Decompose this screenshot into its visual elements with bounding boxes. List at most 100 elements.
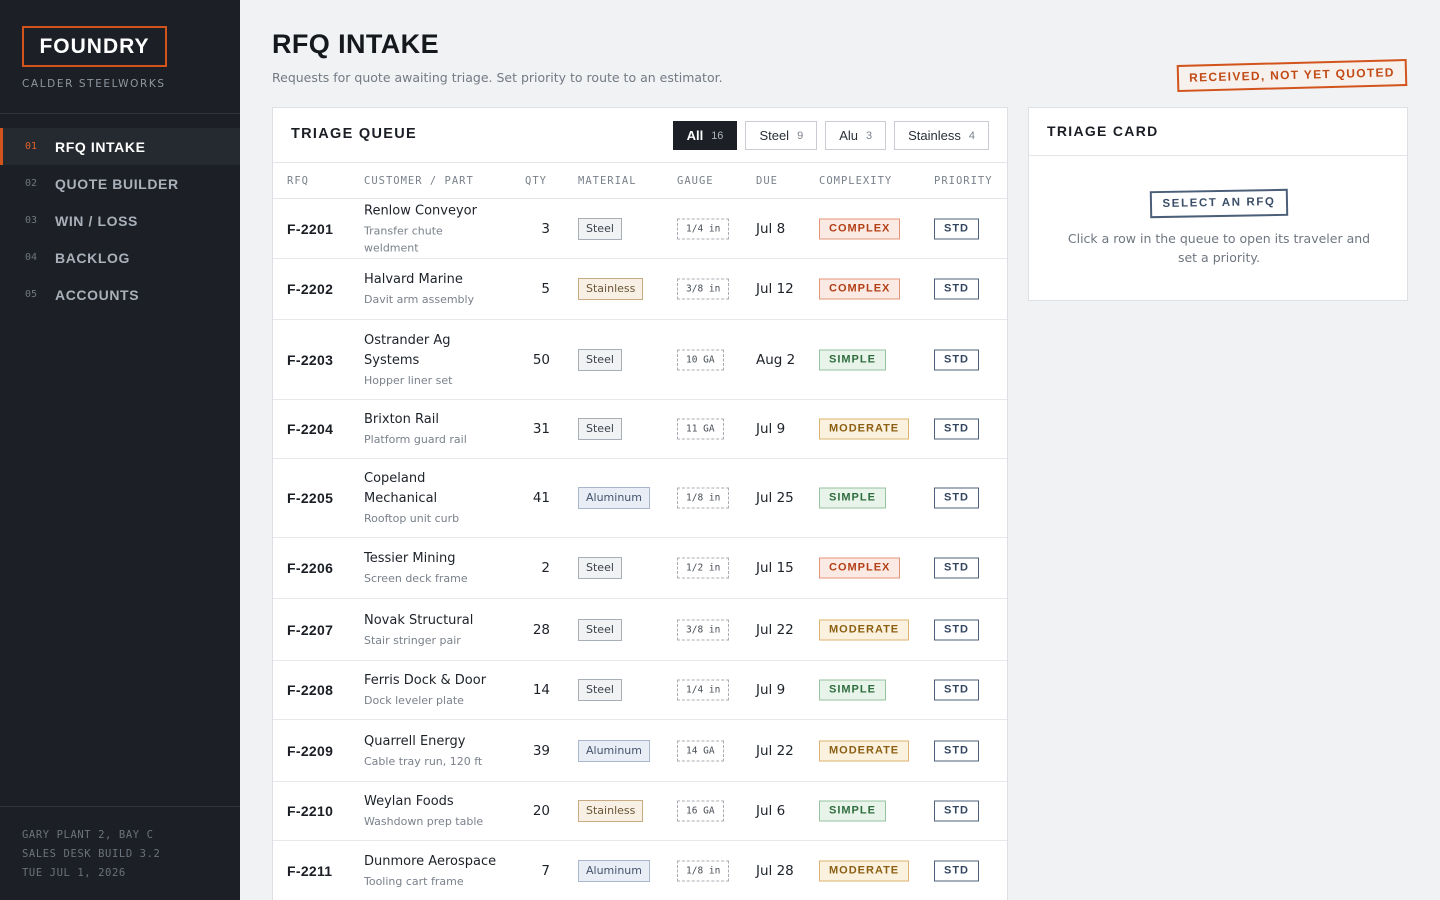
complexity-badge: SIMPLE: [819, 800, 886, 822]
customer-cell: Renlow Conveyor Transfer chute weldment: [364, 201, 499, 256]
customer-cell: Tessier Mining Screen deck frame: [364, 549, 499, 587]
priority-button[interactable]: STD: [934, 800, 979, 822]
priority-button[interactable]: STD: [934, 860, 979, 881]
part-description: Screen deck frame: [364, 572, 468, 585]
filter-count: 9: [797, 129, 804, 142]
priority-button[interactable]: STD: [934, 487, 979, 509]
sidebar-item-rfq-intake[interactable]: 01 RFQ INTAKE: [0, 128, 240, 165]
table-row[interactable]: F-2205 Copeland Mechanical Rooftop unit cu…: [273, 459, 1007, 538]
triage-card-hint: Click a row in the queue to open its tra…: [1067, 231, 1371, 265]
sidebar-item-label: QUOTE BUILDER: [55, 175, 179, 192]
quantity: 5: [541, 281, 550, 297]
customer-name: Copeland Mechanical: [364, 471, 438, 506]
quantity: 39: [532, 742, 550, 759]
table-row[interactable]: F-2203 Ostrander Ag Systems Hopper liner s…: [273, 320, 1007, 400]
rfq-id: F-2203: [287, 351, 334, 368]
priority-button[interactable]: STD: [934, 278, 979, 300]
sidebar-footer-divider: [0, 806, 240, 807]
table-row[interactable]: F-2210 Weylan Foods Washdown prep table 20 S…: [273, 782, 1007, 841]
priority-button[interactable]: STD: [934, 349, 979, 370]
column-header-due[interactable]: DUE: [756, 175, 778, 187]
table-header: RFQ CUSTOMER / PART QTY MATERIAL GAUGE D…: [273, 163, 1007, 199]
quantity: 2: [541, 560, 550, 576]
gauge-tag: 3/8 in: [677, 278, 730, 300]
sidebar-item-accounts[interactable]: 05 ACCOUNTS: [0, 276, 240, 313]
sidebar-item-win-loss[interactable]: 03 WIN / LOSS: [0, 202, 240, 239]
quantity: 41: [532, 490, 550, 506]
customer-cell: Ferris Dock & Door Dock leveler plate: [364, 671, 499, 709]
complexity-badge: COMPLEX: [819, 278, 901, 300]
customer-name: Ostrander Ag Systems: [364, 332, 451, 368]
column-header-material[interactable]: MATERIAL: [578, 175, 637, 187]
column-header-customer[interactable]: CUSTOMER / PART: [364, 175, 474, 187]
customer-cell: Brixton Rail Platform guard rail: [364, 410, 499, 448]
part-description: Hopper liner set: [364, 373, 453, 387]
table-row[interactable]: F-2211 Dunmore Aerospace Tooling cart fram…: [273, 841, 1007, 900]
table-row[interactable]: F-2209 Quarrell Energy Cable tray run, 120…: [273, 720, 1007, 782]
column-header-qty[interactable]: QTY: [525, 175, 547, 187]
sidebar-item-label: ACCOUNTS: [55, 286, 140, 303]
nav-number: 02: [25, 178, 38, 189]
table-row[interactable]: F-2202 Halvard Marine Davit arm assembly 5 S…: [273, 259, 1007, 320]
quantity: 20: [532, 803, 550, 819]
filter-count: 16: [711, 129, 724, 142]
table-row[interactable]: F-2206 Tessier Mining Screen deck frame 2 St…: [273, 538, 1007, 599]
customer-name: Brixton Rail: [364, 412, 439, 427]
column-header-priority[interactable]: PRIORITY: [934, 175, 993, 187]
material-filter-group: All 16 Steel 9 Alu 3 Stainless 4: [672, 121, 989, 150]
brand-logo[interactable]: FOUNDRY: [22, 26, 167, 67]
filter-steel[interactable]: Steel 9: [745, 121, 818, 150]
footer-date: TUE JUL 1, 2026: [22, 867, 126, 879]
customer-name: Novak Structural: [364, 612, 474, 628]
customer-cell: Weylan Foods Washdown prep table: [364, 792, 499, 830]
priority-button[interactable]: STD: [934, 418, 979, 440]
customer-name: Renlow Conveyor: [364, 203, 477, 218]
table-row[interactable]: F-2204 Brixton Rail Platform guard rail 31 S…: [273, 400, 1007, 459]
column-header-gauge[interactable]: GAUGE: [677, 175, 714, 187]
customer-cell: Ostrander Ag Systems Hopper liner set: [364, 331, 499, 389]
due-date: Jul 25: [756, 490, 794, 506]
sidebar-item-backlog[interactable]: 04 BACKLOG: [0, 239, 240, 276]
rfq-id: F-2204: [287, 421, 334, 437]
gauge-tag: 11 GA: [677, 418, 724, 440]
quantity: 31: [532, 421, 550, 437]
filter-label: All: [686, 128, 704, 143]
due-date: Jul 9: [756, 682, 786, 698]
gauge-tag: 1/2 in: [677, 557, 730, 579]
filter-count: 4: [968, 129, 975, 142]
filter-alu[interactable]: Alu 3: [825, 121, 887, 150]
queue-header: TRIAGE QUEUE All 16 Steel 9 Alu 3 Stainl…: [273, 108, 1007, 163]
brand-subtitle: CALDER STEELWORKS: [22, 78, 166, 90]
sidebar-item-label: BACKLOG: [55, 249, 130, 266]
part-description: Stair stringer pair: [364, 633, 461, 647]
priority-button[interactable]: STD: [934, 557, 979, 579]
page-title: RFQ INTAKE: [272, 29, 439, 59]
priority-button[interactable]: STD: [934, 619, 979, 640]
page-subtitle: Requests for quote awaiting triage. Set …: [272, 70, 723, 85]
quantity: 7: [541, 862, 550, 879]
gauge-tag: 16 GA: [677, 800, 724, 822]
priority-button[interactable]: STD: [934, 218, 979, 239]
rfq-id: F-2208: [287, 682, 334, 698]
filter-all[interactable]: All 16: [672, 121, 738, 150]
sidebar-item-quote-builder[interactable]: 02 QUOTE BUILDER: [0, 165, 240, 202]
quantity: 3: [541, 220, 550, 237]
filter-stainless[interactable]: Stainless 4: [894, 121, 989, 150]
part-description: Transfer chute weldment: [364, 224, 443, 254]
gauge-tag: 14 GA: [677, 740, 724, 761]
table-row[interactable]: F-2201 Renlow Conveyor Transfer chute weld…: [273, 199, 1007, 259]
customer-cell: Novak Structural Stair stringer pair: [364, 611, 499, 649]
priority-button[interactable]: STD: [934, 740, 979, 761]
footer-build: SALES DESK BUILD 3.2: [22, 848, 161, 860]
quantity: 50: [532, 351, 550, 368]
table-row[interactable]: F-2207 Novak Structural Stair stringer pai…: [273, 599, 1007, 661]
priority-button[interactable]: STD: [934, 679, 979, 701]
rfq-id: F-2210: [287, 803, 334, 819]
column-header-rfq[interactable]: RFQ: [287, 175, 309, 187]
table-row[interactable]: F-2208 Ferris Dock & Door Dock leveler pla…: [273, 661, 1007, 720]
gauge-tag: 1/8 in: [677, 487, 730, 509]
quantity: 28: [532, 621, 550, 638]
part-description: Davit arm assembly: [364, 293, 475, 306]
complexity-badge: SIMPLE: [819, 349, 886, 370]
column-header-complexity[interactable]: COMPLEXITY: [819, 175, 892, 187]
